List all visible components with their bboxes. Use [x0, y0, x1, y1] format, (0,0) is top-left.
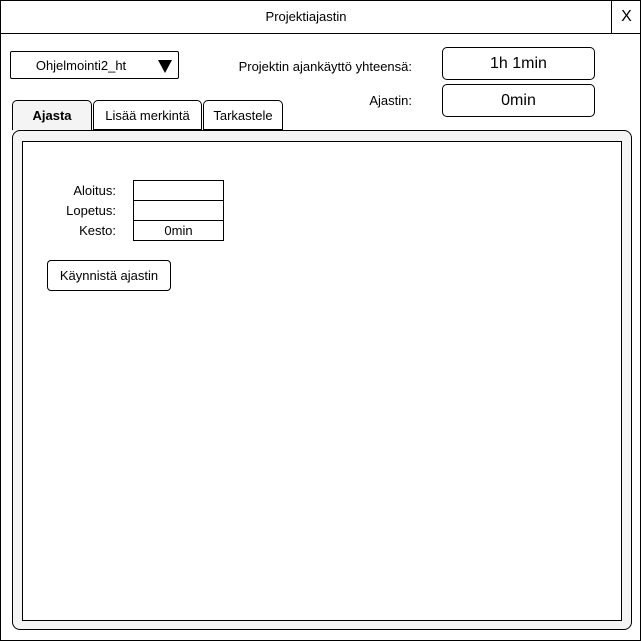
- total-time-value: 1h 1min: [442, 47, 595, 80]
- project-dropdown[interactable]: Ohjelmointi2_ht: [10, 51, 179, 79]
- end-time-label: Lopetus:: [66, 203, 116, 218]
- duration-value: 0min: [133, 220, 224, 241]
- window-title: Projektiajastin: [265, 9, 347, 24]
- duration-label: Kesto:: [79, 223, 116, 238]
- start-timer-button[interactable]: Käynnistä ajastin: [47, 260, 171, 291]
- start-time-label: Aloitus:: [73, 183, 116, 198]
- timer-value: 0min: [442, 84, 595, 117]
- title-bar: Projektiajastin X: [1, 1, 640, 34]
- close-button[interactable]: X: [611, 1, 641, 33]
- dropdown-arrow-icon: [158, 60, 172, 73]
- tab-lisaa-merkinta[interactable]: Lisää merkintä: [93, 100, 202, 130]
- end-time-input[interactable]: [133, 200, 224, 221]
- total-time-label: Projektin ajankäyttö yhteensä:: [238, 59, 412, 74]
- project-dropdown-value: Ohjelmointi2_ht: [35, 58, 127, 73]
- tab-ajasta[interactable]: Ajasta: [12, 100, 92, 130]
- timer-label: Ajastin:: [369, 93, 412, 108]
- tab-tarkastele[interactable]: Tarkastele: [203, 100, 283, 130]
- start-time-input[interactable]: [133, 180, 224, 201]
